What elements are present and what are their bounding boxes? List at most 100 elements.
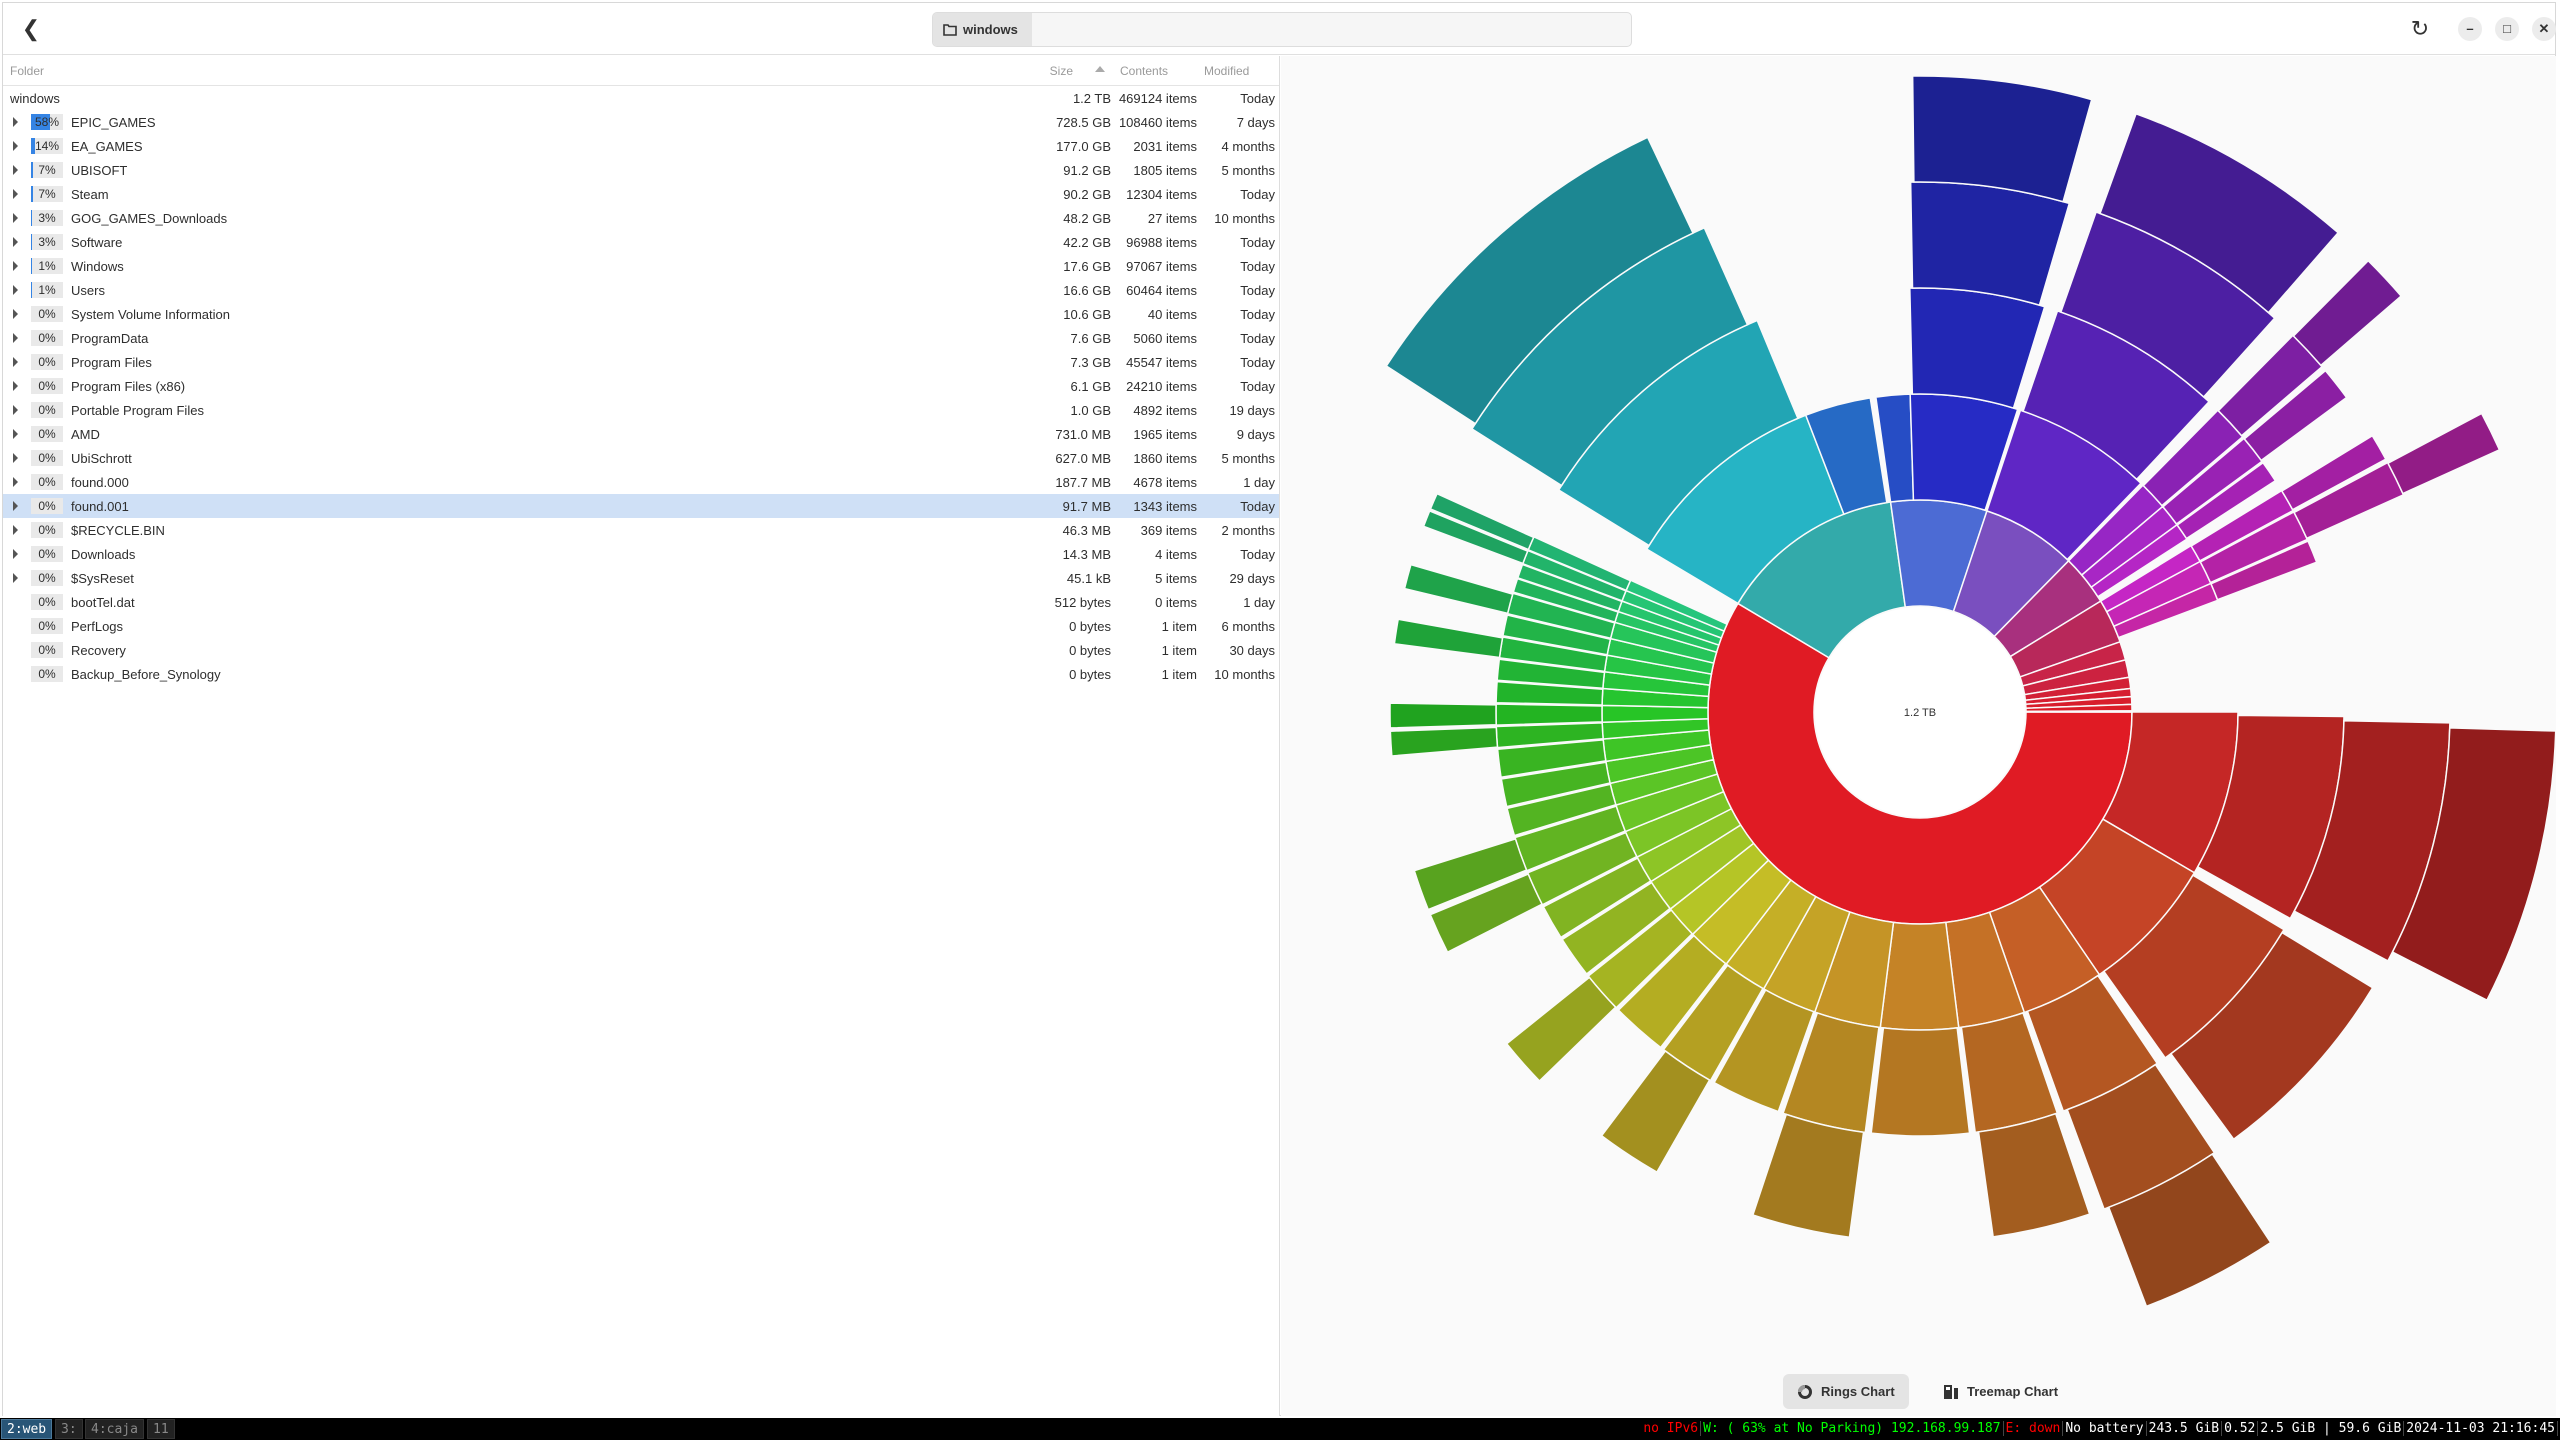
row-size: 0 bytes bbox=[1069, 619, 1111, 634]
expand-arrow-icon[interactable] bbox=[13, 261, 18, 271]
table-row[interactable]: 7% UBISOFT 91.2 GB 1805 items 5 months bbox=[3, 158, 1279, 182]
column-header-modified[interactable]: Modified bbox=[1204, 64, 1249, 78]
expand-arrow-icon[interactable] bbox=[13, 213, 18, 223]
ring-segment[interactable] bbox=[1977, 1112, 2091, 1238]
expand-arrow-icon[interactable] bbox=[13, 309, 18, 319]
row-size: 42.2 GB bbox=[1063, 235, 1111, 250]
expand-arrow-icon[interactable] bbox=[13, 525, 18, 535]
table-row[interactable]: 0% Recovery 0 bytes 1 item 30 days bbox=[3, 638, 1279, 662]
row-modified: Today bbox=[1240, 187, 1275, 202]
expand-arrow-icon[interactable] bbox=[13, 285, 18, 295]
refresh-button[interactable]: ↻ bbox=[2406, 15, 2434, 43]
table-row[interactable]: 0% Program Files 7.3 GB 45547 items Toda… bbox=[3, 350, 1279, 374]
row-contents: 1860 items bbox=[1133, 451, 1197, 466]
table-row[interactable]: 0% found.000 187.7 MB 4678 items 1 day bbox=[3, 470, 1279, 494]
table-row[interactable]: 0% UbiSchrott 627.0 MB 1860 items 5 mont… bbox=[3, 446, 1279, 470]
row-modified: 10 months bbox=[1214, 667, 1275, 682]
column-header-size[interactable]: Size bbox=[1050, 64, 1073, 78]
table-row[interactable]: 0% bootTel.dat 512 bytes 0 items 1 day bbox=[3, 590, 1279, 614]
table-row[interactable]: 0% AMD 731.0 MB 1965 items 9 days bbox=[3, 422, 1279, 446]
table-row[interactable]: 3% GOG_GAMES_Downloads 48.2 GB 27 items … bbox=[3, 206, 1279, 230]
expand-arrow-icon[interactable] bbox=[13, 117, 18, 127]
row-modified: Today bbox=[1240, 259, 1275, 274]
expand-arrow-icon[interactable] bbox=[13, 357, 18, 367]
workspace-button[interactable]: 2:web bbox=[1, 1419, 53, 1439]
table-row[interactable]: 58% EPIC_GAMES 728.5 GB 108460 items 7 d… bbox=[3, 110, 1279, 134]
percent-label: 0% bbox=[38, 355, 56, 369]
table-row[interactable]: 1% Users 16.6 GB 60464 items Today bbox=[3, 278, 1279, 302]
expand-arrow-icon[interactable] bbox=[13, 189, 18, 199]
expand-arrow-icon[interactable] bbox=[13, 333, 18, 343]
table-row[interactable]: 0% Program Files (x86) 6.1 GB 24210 item… bbox=[3, 374, 1279, 398]
ring-segment[interactable] bbox=[1870, 1026, 1971, 1137]
expand-arrow-icon[interactable] bbox=[13, 477, 18, 487]
table-row[interactable]: 14% EA_GAMES 177.0 GB 2031 items 4 month… bbox=[3, 134, 1279, 158]
ring-segment[interactable] bbox=[1909, 287, 2046, 409]
row-contents: 96988 items bbox=[1126, 235, 1197, 250]
row-modified: 2 months bbox=[1221, 523, 1275, 538]
column-header-folder[interactable]: Folder bbox=[10, 64, 44, 78]
ring-segment[interactable] bbox=[1495, 703, 1603, 726]
rings-chart[interactable]: 1.2 TB bbox=[1281, 56, 2556, 1356]
table-row[interactable]: 3% Software 42.2 GB 96988 items Today bbox=[3, 230, 1279, 254]
table-row[interactable]: 0% $SysReset 45.1 kB 5 items 29 days bbox=[3, 566, 1279, 590]
row-name: Portable Program Files bbox=[71, 403, 204, 418]
row-contents: 60464 items bbox=[1126, 283, 1197, 298]
ring-segment[interactable] bbox=[2292, 259, 2403, 367]
workspace-button[interactable]: 11 bbox=[147, 1419, 175, 1439]
ring-segment[interactable] bbox=[1909, 181, 2071, 307]
table-row[interactable]: 0% PerfLogs 0 bytes 1 item 6 months bbox=[3, 614, 1279, 638]
ring-segment[interactable] bbox=[1389, 726, 1499, 757]
status-item: E: down bbox=[2003, 1421, 2064, 1436]
table-row[interactable]: 0% ProgramData 7.6 GB 5060 items Today bbox=[3, 326, 1279, 350]
minimize-button[interactable]: – bbox=[2458, 17, 2482, 41]
expand-arrow-icon[interactable] bbox=[13, 429, 18, 439]
row-name: bootTel.dat bbox=[71, 595, 135, 610]
close-button[interactable]: ✕ bbox=[2532, 17, 2556, 41]
table-row[interactable]: 7% Steam 90.2 GB 12304 items Today bbox=[3, 182, 1279, 206]
table-row[interactable]: 0% Backup_Before_Synology 0 bytes 1 item… bbox=[3, 662, 1279, 686]
root-row[interactable]: windows 1.2 TB 469124 items Today bbox=[3, 86, 1279, 110]
row-modified: Today bbox=[1240, 355, 1275, 370]
ring-segment[interactable] bbox=[1505, 976, 1617, 1083]
row-modified: Today bbox=[1240, 547, 1275, 562]
back-button[interactable]: ❮ bbox=[17, 15, 45, 43]
table-row[interactable]: 0% Portable Program Files 1.0 GB 4892 it… bbox=[3, 398, 1279, 422]
ring-segment[interactable] bbox=[1393, 618, 1504, 659]
row-name: Backup_Before_Synology bbox=[71, 667, 221, 682]
expand-arrow-icon[interactable] bbox=[13, 141, 18, 151]
refresh-icon: ↻ bbox=[2410, 16, 2430, 41]
table-row[interactable]: 0% Downloads 14.3 MB 4 items Today bbox=[3, 542, 1279, 566]
expand-arrow-icon[interactable] bbox=[13, 405, 18, 415]
percent-label: 0% bbox=[38, 307, 56, 321]
table-row[interactable]: 0% System Volume Information 10.6 GB 40 … bbox=[3, 302, 1279, 326]
expand-arrow-icon[interactable] bbox=[13, 165, 18, 175]
breadcrumb-item-windows[interactable]: windows bbox=[933, 13, 1032, 46]
ring-segment[interactable] bbox=[2386, 412, 2501, 495]
table-row[interactable]: 1% Windows 17.6 GB 97067 items Today bbox=[3, 254, 1279, 278]
expand-arrow-icon[interactable] bbox=[13, 237, 18, 247]
ring-segment[interactable] bbox=[2025, 710, 2133, 713]
row-contents: 1 item bbox=[1161, 667, 1197, 682]
table-row[interactable]: 0% $RECYCLE.BIN 46.3 MB 369 items 2 mont… bbox=[3, 518, 1279, 542]
expand-arrow-icon[interactable] bbox=[13, 549, 18, 559]
treemap-chart-label: Treemap Chart bbox=[1967, 1384, 2059, 1399]
expand-arrow-icon[interactable] bbox=[13, 453, 18, 463]
expand-arrow-icon[interactable] bbox=[13, 501, 18, 511]
expand-arrow-icon[interactable] bbox=[13, 573, 18, 583]
rings-chart-tab[interactable]: Rings Chart bbox=[1783, 1374, 1909, 1409]
table-row[interactable]: 0% found.001 91.7 MB 1343 items Today bbox=[3, 494, 1279, 518]
ring-segment[interactable] bbox=[1403, 563, 1514, 615]
ring-segment[interactable] bbox=[1911, 75, 2093, 203]
ring-segment[interactable] bbox=[1389, 702, 1497, 729]
row-size: 1.2 TB bbox=[1072, 91, 1111, 106]
workspace-button[interactable]: 4:caja bbox=[85, 1419, 144, 1439]
column-header-contents[interactable]: Contents bbox=[1120, 64, 1168, 78]
row-name: found.000 bbox=[71, 475, 129, 490]
treemap-chart-tab[interactable]: Treemap Chart bbox=[1929, 1374, 2072, 1409]
ring-segment[interactable] bbox=[1751, 1113, 1865, 1239]
workspace-button[interactable]: 3: bbox=[55, 1419, 83, 1439]
percent-bar: 7% bbox=[31, 162, 63, 178]
maximize-button[interactable]: □ bbox=[2495, 17, 2519, 41]
expand-arrow-icon[interactable] bbox=[13, 381, 18, 391]
